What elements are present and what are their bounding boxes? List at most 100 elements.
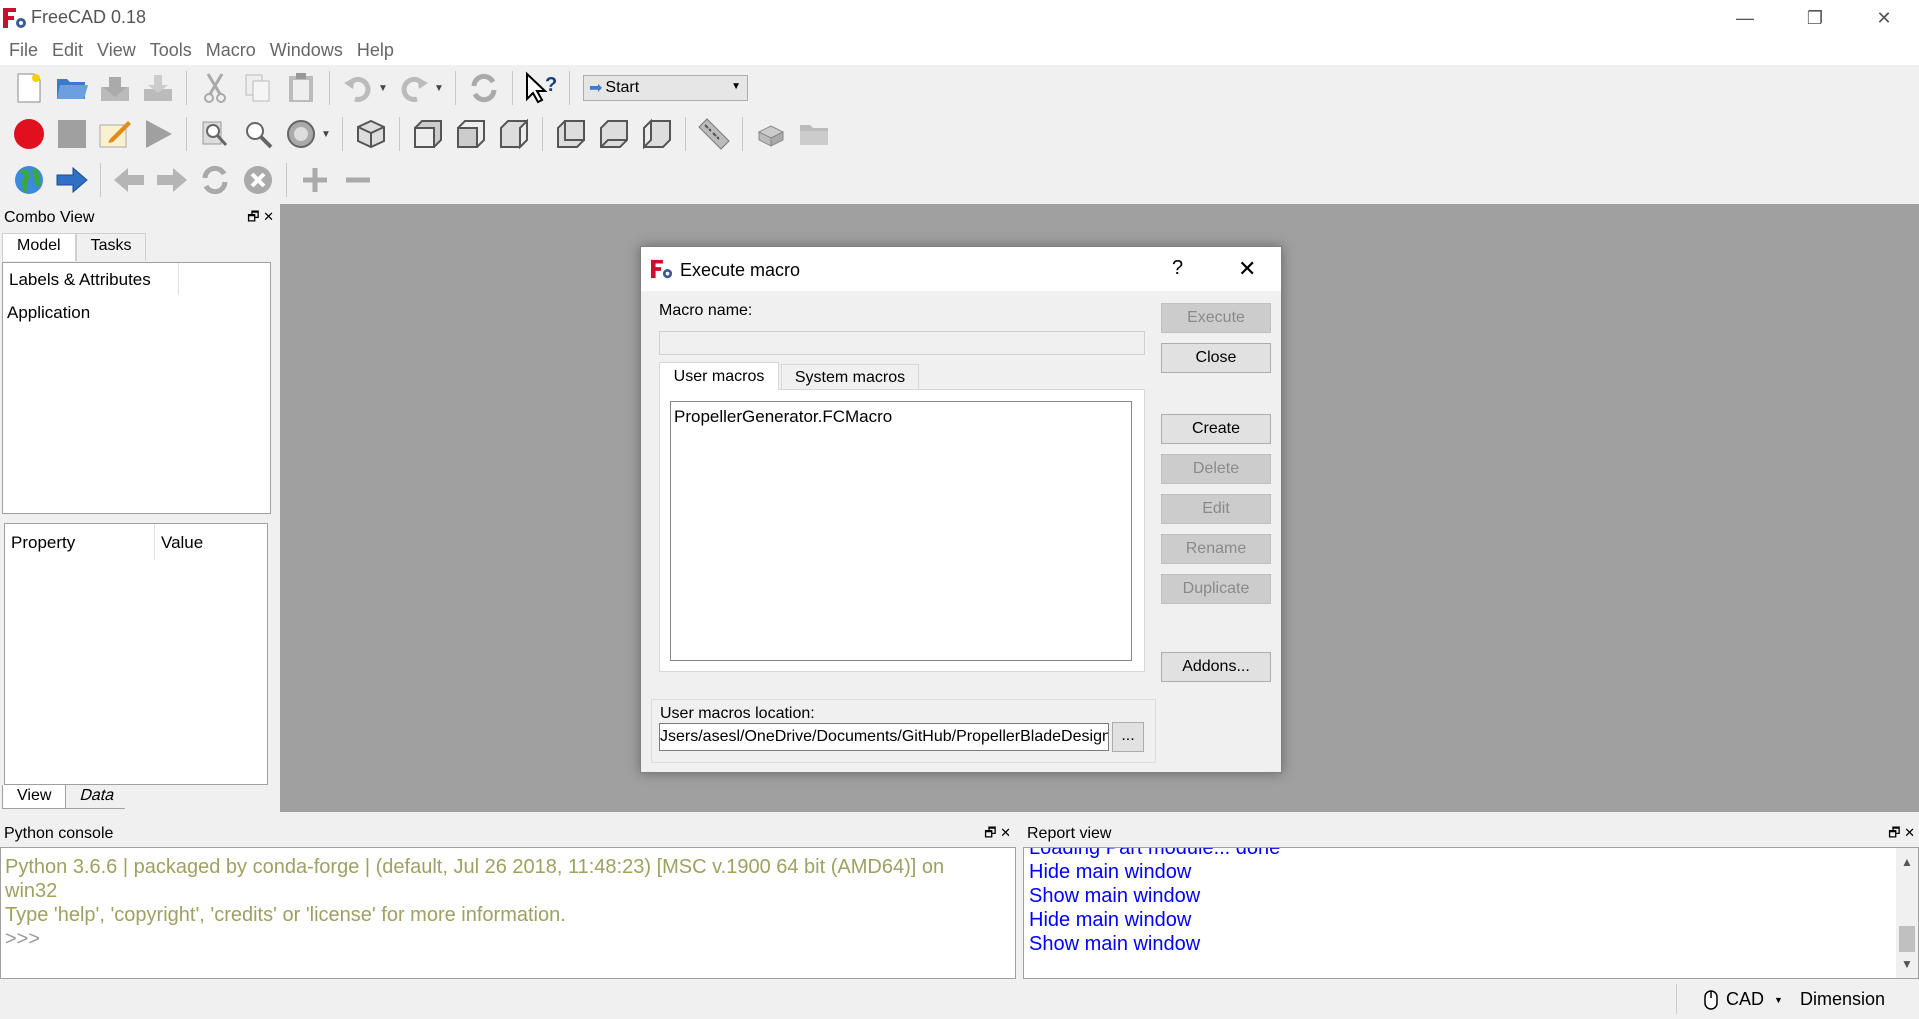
- python-console[interactable]: Python 3.6.6 | packaged by conda-forge |…: [0, 847, 1016, 979]
- refresh-icon: [471, 73, 497, 103]
- macro-execute-button[interactable]: [139, 115, 177, 153]
- dock-float-close-icons[interactable]: 🗗 ✕: [1888, 824, 1915, 846]
- menu-file[interactable]: File: [2, 40, 45, 61]
- fit-all-button[interactable]: [196, 115, 234, 153]
- list-item[interactable]: PropellerGenerator.FCMacro: [674, 407, 892, 427]
- rename-button[interactable]: Rename: [1161, 534, 1271, 564]
- create-group-button[interactable]: [795, 115, 833, 153]
- whats-this-button[interactable]: ?: [522, 69, 560, 107]
- save-as-button[interactable]: [139, 69, 177, 107]
- macro-list[interactable]: PropellerGenerator.FCMacro: [670, 401, 1132, 661]
- view-top-button[interactable]: [452, 115, 490, 153]
- console-line: Type 'help', 'copyright', 'credits' or '…: [5, 904, 566, 926]
- go-to-url-button[interactable]: [53, 161, 91, 199]
- save-button[interactable]: [96, 69, 134, 107]
- python-console-title: Python console: [4, 825, 114, 842]
- menu-edit[interactable]: Edit: [45, 40, 90, 61]
- tab-tasks[interactable]: Tasks: [75, 233, 147, 261]
- workbench-selector[interactable]: ➡ Start ▼: [583, 75, 748, 101]
- menu-macro[interactable]: Macro: [199, 40, 263, 61]
- view-bottom-button[interactable]: [595, 115, 633, 153]
- dock-float-close-icons[interactable]: 🗗 ✕: [984, 824, 1011, 846]
- menu-help[interactable]: Help: [350, 40, 401, 61]
- view-rear-button[interactable]: [552, 115, 590, 153]
- navigation-style-selector[interactable]: CAD ▼: [1704, 989, 1783, 1010]
- help-button[interactable]: ?: [1172, 257, 1183, 280]
- cut-button[interactable]: [196, 69, 234, 107]
- redo-icon: [401, 76, 428, 102]
- fit-selection-button[interactable]: [239, 115, 277, 153]
- addons-button[interactable]: Addons...: [1161, 652, 1271, 682]
- chevron-up-icon[interactable]: ▲: [1901, 850, 1913, 874]
- freecad-logo-icon: [3, 8, 26, 28]
- toolbar-separator: [342, 117, 344, 151]
- execute-button[interactable]: Execute: [1161, 303, 1271, 333]
- property-tabs: View Data: [2, 785, 132, 809]
- copy-button[interactable]: [239, 69, 277, 107]
- menu-view[interactable]: View: [90, 40, 143, 61]
- dock-float-close-icons[interactable]: 🗗 ✕: [247, 208, 274, 230]
- tab-data[interactable]: Data: [63, 785, 132, 809]
- view-right-button[interactable]: [495, 115, 533, 153]
- open-button[interactable]: [53, 69, 91, 107]
- macro-edit-button[interactable]: [96, 115, 134, 153]
- tab-view[interactable]: View: [2, 785, 67, 809]
- zoom-out-button[interactable]: [339, 161, 377, 199]
- edit-button[interactable]: Edit: [1161, 494, 1271, 524]
- zoom-in-button[interactable]: [296, 161, 334, 199]
- close-button[interactable]: Close: [1161, 343, 1271, 373]
- undo-dropdown-icon[interactable]: ▼: [377, 69, 389, 107]
- minimize-button[interactable]: —: [1710, 0, 1780, 36]
- view-isometric-button[interactable]: [352, 115, 390, 153]
- redo-dropdown-icon[interactable]: ▼: [433, 69, 445, 107]
- toolbar-separator: [685, 117, 687, 151]
- report-scrollbar[interactable]: ▲ ▼: [1896, 848, 1918, 978]
- view-left-button[interactable]: [638, 115, 676, 153]
- tree-item-application[interactable]: Application: [7, 303, 90, 323]
- property-editor[interactable]: Property Value: [4, 523, 268, 785]
- undo-button[interactable]: [339, 69, 377, 107]
- macro-stop-button[interactable]: [53, 115, 91, 153]
- back-button[interactable]: [110, 161, 148, 199]
- new-document-button[interactable]: [10, 69, 48, 107]
- paste-button[interactable]: [282, 69, 320, 107]
- stop-loading-button[interactable]: [239, 161, 277, 199]
- dialog-close-button[interactable]: ✕: [1238, 256, 1256, 282]
- delete-button[interactable]: Delete: [1161, 454, 1271, 484]
- location-input[interactable]: Jsers/asesl/OneDrive/Documents/GitHub/Pr…: [659, 723, 1109, 751]
- record-icon: [14, 119, 44, 149]
- view-front-button[interactable]: [409, 115, 447, 153]
- window-title: FreeCAD 0.18: [31, 7, 147, 27]
- report-view[interactable]: Loading Part module... done Hide main wi…: [1023, 847, 1919, 979]
- cube-top-icon: [457, 120, 485, 148]
- tab-system-macros[interactable]: System macros: [781, 364, 919, 390]
- model-tree[interactable]: Labels & Attributes Application: [2, 262, 271, 514]
- browse-button[interactable]: ...: [1112, 722, 1144, 752]
- chevron-down-icon[interactable]: ▼: [1901, 952, 1913, 976]
- draw-style-button[interactable]: [282, 115, 320, 153]
- title-bar: FreeCAD 0.18 — ❐ ✕: [0, 0, 1919, 36]
- restore-button[interactable]: ❐: [1780, 0, 1850, 36]
- duplicate-button[interactable]: Duplicate: [1161, 574, 1271, 604]
- measure-distance-button[interactable]: [695, 115, 733, 153]
- menu-windows[interactable]: Windows: [263, 40, 350, 61]
- scrollbar-thumb[interactable]: [1899, 926, 1915, 952]
- tab-model[interactable]: Model: [2, 233, 76, 261]
- workbench-selected-label: Start: [605, 79, 640, 96]
- close-window-button[interactable]: ✕: [1849, 0, 1919, 36]
- reload-button[interactable]: [196, 161, 234, 199]
- start-page-button[interactable]: [10, 161, 48, 199]
- draw-style-dropdown-icon[interactable]: ▼: [320, 115, 332, 153]
- create-part-button[interactable]: [752, 115, 790, 153]
- create-button[interactable]: Create: [1161, 414, 1271, 444]
- macro-name-input[interactable]: [659, 331, 1145, 355]
- forward-button[interactable]: [153, 161, 191, 199]
- macro-record-button[interactable]: [10, 115, 48, 153]
- tab-user-macros[interactable]: User macros: [659, 362, 779, 390]
- close-icon: ✕: [1876, 7, 1892, 28]
- menu-tools[interactable]: Tools: [143, 40, 199, 61]
- stop-icon: [58, 120, 86, 148]
- dimension-label[interactable]: Dimension: [1800, 989, 1885, 1010]
- refresh-button[interactable]: [465, 69, 503, 107]
- redo-button[interactable]: [395, 69, 433, 107]
